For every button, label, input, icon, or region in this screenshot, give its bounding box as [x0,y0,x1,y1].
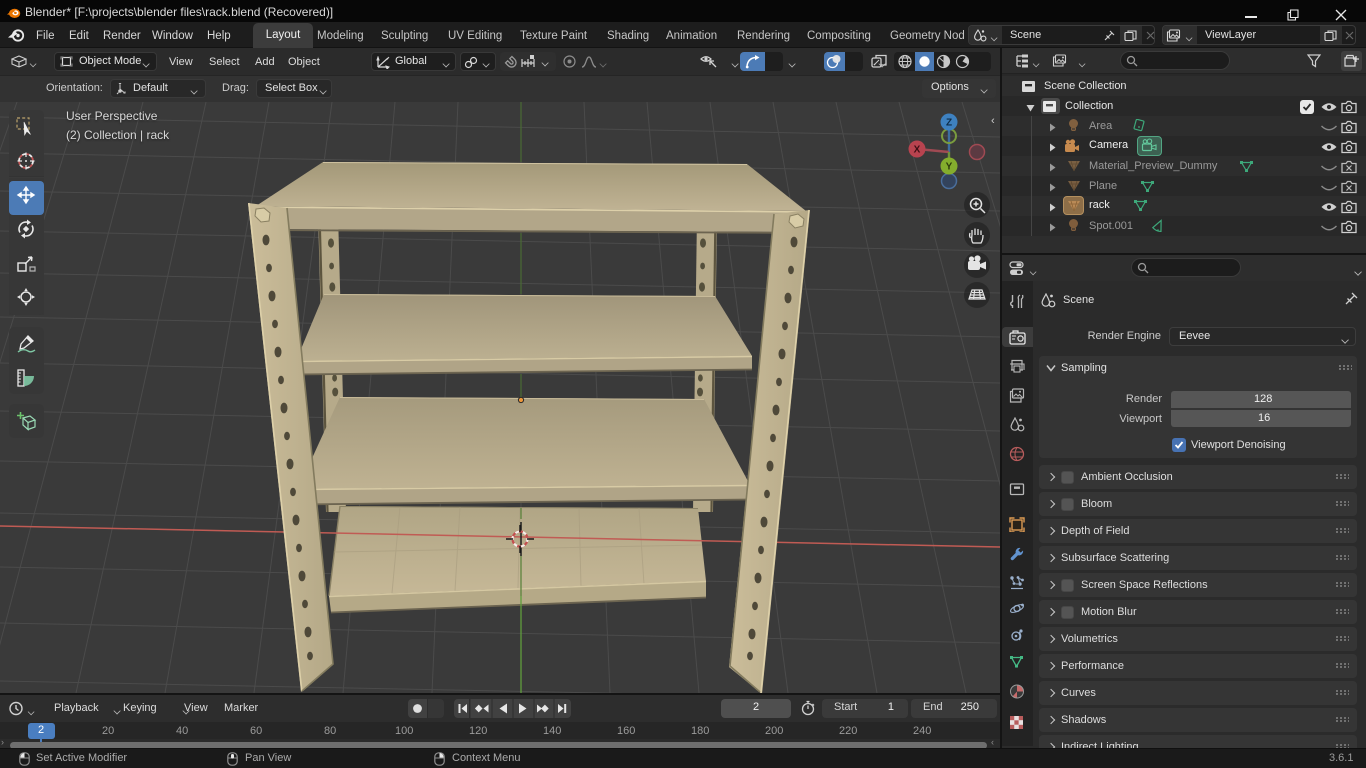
svg-text:X: X [914,145,921,156]
svg-text:Y: Y [946,162,953,173]
svg-text:Z: Z [946,118,952,129]
